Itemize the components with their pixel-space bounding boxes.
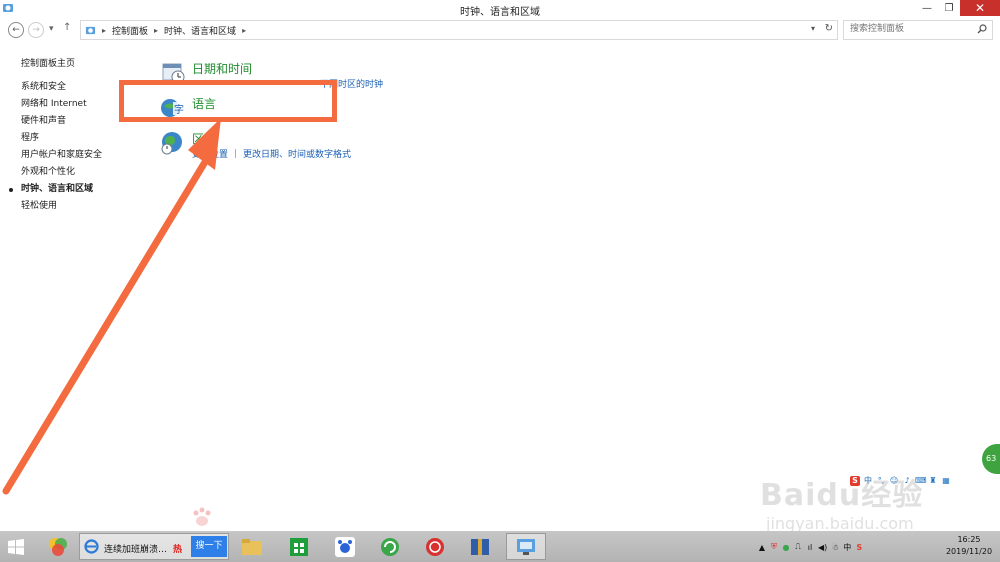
sogou-tray-icon[interactable]: S — [855, 543, 863, 552]
sidebar-item-programs[interactable]: 程序 — [21, 130, 102, 147]
taskbar: 连续加班崩溃… 热 搜一下 ▲ ⛨ ● ⎍ ıl ◀) ☃ 中 S 16:25 … — [0, 531, 1000, 562]
clock[interactable]: 16:25 2019/11/20 — [940, 534, 998, 558]
highlight-box — [119, 80, 337, 122]
region-globe-icon — [161, 132, 182, 155]
taskbar-meitu[interactable] — [415, 533, 455, 560]
search-box[interactable] — [843, 20, 993, 40]
sidebar-item-home[interactable]: 控制面板主页 — [21, 56, 102, 73]
title-bar: 时钟、语言和区域 — ❐ ✕ — [0, 0, 1000, 18]
sidebar-item-appearance[interactable]: 外观和个性化 — [21, 164, 102, 181]
control-panel-icon — [85, 26, 96, 35]
category-links-region: 更改位置 更改日期、时间或数字格式 — [192, 147, 351, 160]
link-change-date-time-number-format[interactable]: 更改日期、时间或数字格式 — [243, 150, 351, 160]
breadcrumb-control-panel[interactable]: 控制面板 — [112, 24, 148, 37]
folder-icon — [242, 538, 262, 555]
taskbar-update[interactable] — [370, 533, 410, 560]
link-change-location[interactable]: 更改位置 — [192, 150, 228, 160]
category-title-date-time[interactable]: 日期和时间 — [192, 60, 252, 77]
qq-icon[interactable]: ☃ — [831, 543, 839, 552]
tray-usb-icon[interactable]: ⎍ — [794, 542, 802, 552]
taskbar-file-explorer[interactable] — [232, 533, 272, 560]
sidebar-item-user-accounts[interactable]: 用户帐户和家庭安全 — [21, 147, 102, 164]
network-signal-icon[interactable]: ıl — [806, 543, 814, 552]
volume-icon[interactable]: ◀) — [818, 543, 827, 552]
restore-button[interactable]: ❐ — [938, 0, 960, 16]
store-icon — [290, 537, 308, 556]
floating-widget-badge[interactable]: 63 — [982, 444, 1000, 474]
taskbar-archive[interactable] — [460, 533, 500, 560]
breadcrumb-separator-icon: ▸ — [154, 26, 159, 35]
sidebar-item-clock-language-region[interactable]: 时钟、语言和区域 — [8, 181, 102, 198]
close-button[interactable]: ✕ — [960, 0, 1000, 16]
search-once-button[interactable]: 搜一下 — [191, 536, 227, 557]
up-button[interactable]: ↑ — [63, 22, 71, 33]
search-icon[interactable] — [977, 24, 987, 34]
address-dropdown-icon[interactable]: ▾ — [811, 24, 815, 33]
breadcrumb-clock-language-region[interactable]: 时钟、语言和区域 — [164, 24, 236, 37]
paw-sticker-icon — [193, 507, 211, 526]
sidebar-item-network[interactable]: 网络和 Internet — [21, 96, 102, 113]
link-divider — [235, 149, 237, 158]
address-row: ← → ▾ ↑ ▸ 控制面板 ▸ 时钟、语言和区域 ▸ ▾ ↻ — [0, 19, 1000, 41]
taskbar-baidu[interactable] — [325, 533, 365, 560]
sidebar: 控制面板主页 系统和安全 网络和 Internet 硬件和声音 程序 用户帐户和… — [8, 56, 102, 215]
windows-start-icon[interactable] — [6, 537, 26, 557]
taskbar-control-panel[interactable] — [506, 533, 546, 560]
forward-button[interactable]: → — [28, 22, 44, 38]
green-refresh-icon — [381, 537, 399, 556]
category-region: 区 更改位置 更改日期、时间或数字格式 — [160, 130, 420, 160]
hot-badge: 热 — [173, 545, 183, 555]
sidebar-item-system-security[interactable]: 系统和安全 — [21, 79, 102, 96]
address-bar[interactable]: ▸ 控制面板 ▸ 时钟、语言和区域 ▸ ▾ ↻ — [80, 20, 838, 40]
breadcrumb-separator-icon: ▸ — [242, 26, 247, 35]
refresh-icon[interactable]: ↻ — [825, 23, 833, 34]
security-shield-icon[interactable]: ⛨ — [770, 542, 778, 552]
sidebar-item-hardware-sound[interactable]: 硬件和声音 — [21, 113, 102, 130]
recent-pages-chevron-icon[interactable]: ▾ — [49, 24, 54, 34]
search-input[interactable] — [844, 21, 970, 37]
clock-time: 16:25 — [957, 535, 981, 544]
clock-date: 2019/11/20 — [945, 547, 993, 556]
sidebar-item-ease-of-access[interactable]: 轻松使用 — [21, 198, 102, 215]
breadcrumb: ▸ 控制面板 ▸ 时钟、语言和区域 ▸ — [85, 24, 246, 37]
system-tray: ▲ ⛨ ● ⎍ ıl ◀) ☃ 中 S — [758, 541, 863, 553]
archive-icon — [471, 538, 489, 555]
tray-overflow-icon[interactable]: ▲ — [758, 543, 766, 552]
tray-green-icon[interactable]: ● — [782, 543, 790, 552]
breadcrumb-separator-icon: ▸ — [102, 26, 107, 35]
category-title-region[interactable]: 区 — [192, 130, 204, 147]
window-title: 时钟、语言和区域 — [460, 7, 540, 18]
red-circle-app-icon — [426, 537, 444, 556]
baidu-icon — [335, 536, 355, 557]
minimize-button[interactable]: — — [916, 0, 938, 16]
taskbar-active-browser[interactable]: 连续加班崩溃… 热 搜一下 — [79, 533, 229, 560]
ie-browser-icon — [84, 539, 99, 554]
back-button[interactable]: ← — [8, 22, 24, 38]
taskbar-app-360-icon[interactable] — [38, 533, 78, 560]
taskbar-store[interactable] — [279, 533, 319, 560]
watermark-text: Baidu经验 — [760, 478, 924, 513]
control-panel-icon — [517, 538, 535, 555]
ime-indicator[interactable]: 中 — [843, 542, 851, 553]
active-window-label: 连续加班崩溃… — [104, 545, 168, 555]
baidu-watermark: Baidu经验 jingyan.baidu.com — [760, 470, 960, 540]
colorful-ball-icon — [49, 537, 67, 556]
